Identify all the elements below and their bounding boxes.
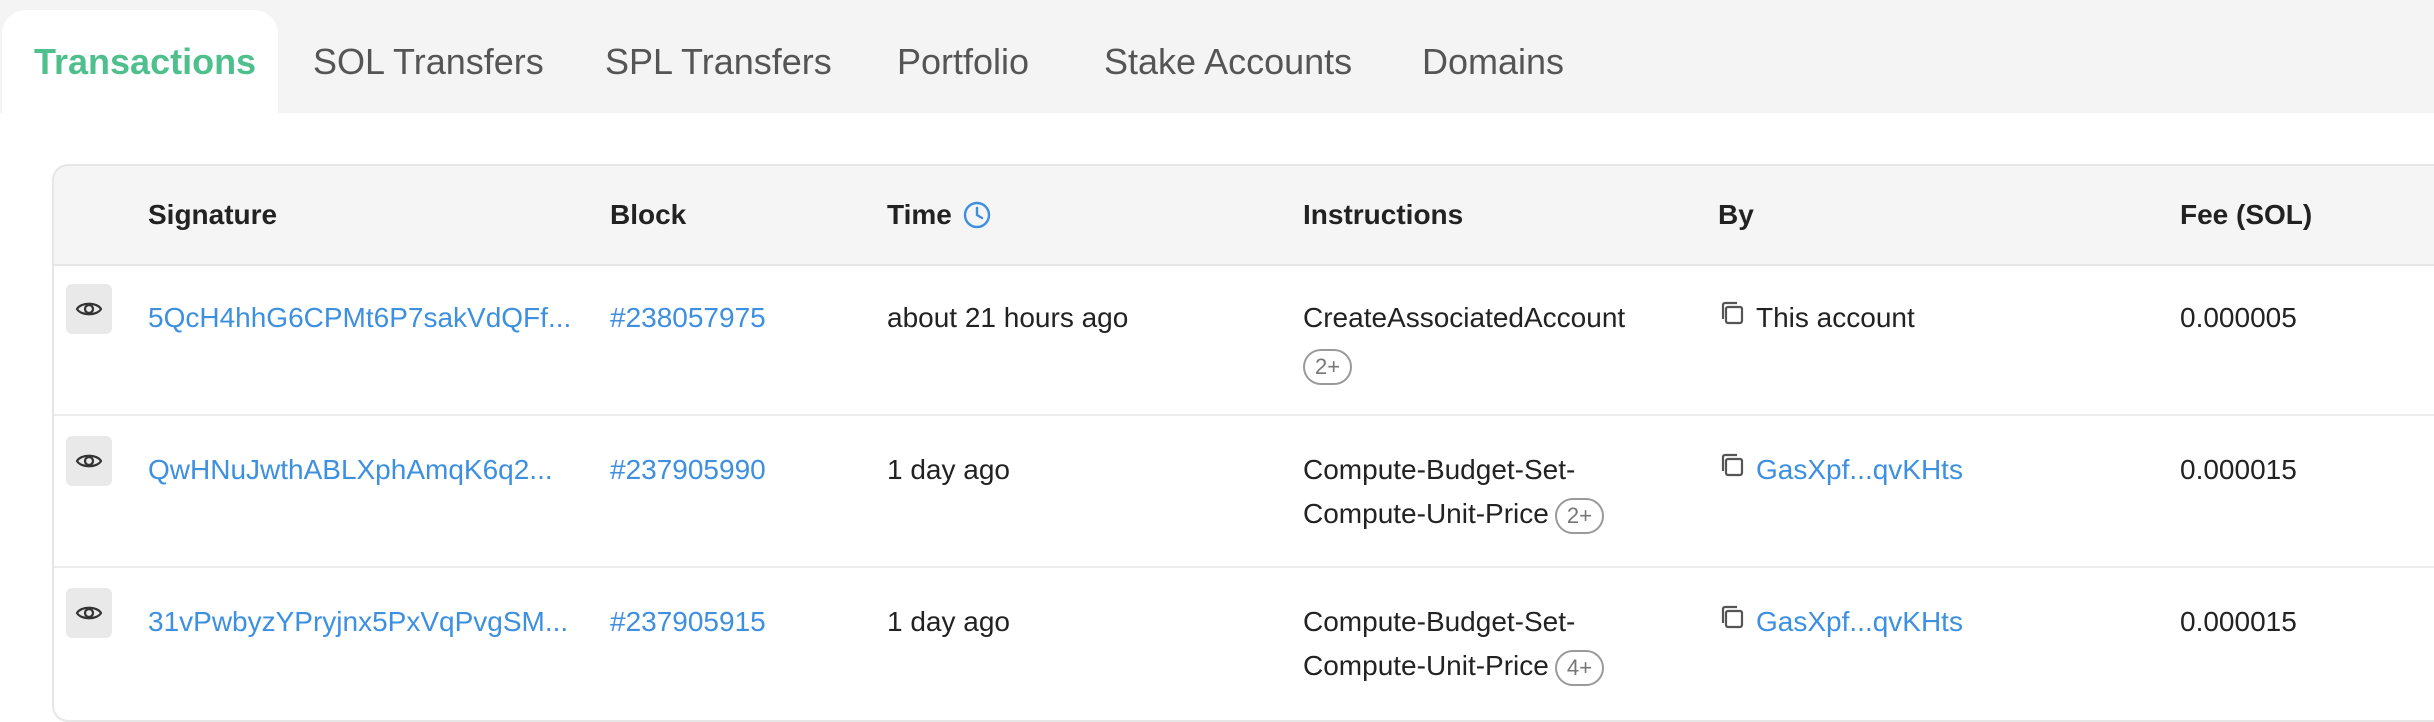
tab-domains[interactable]: Domains bbox=[1422, 10, 1564, 113]
table-row: QwHNuJwthABLXphAmqK6q2... #237905990 1 d… bbox=[54, 416, 2434, 568]
view-transaction-button[interactable] bbox=[66, 436, 112, 486]
tab-spl-transfers[interactable]: SPL Transfers bbox=[605, 10, 832, 113]
header-time: Time bbox=[887, 166, 992, 264]
tab-transactions[interactable]: Transactions bbox=[2, 10, 278, 113]
header-block: Block bbox=[610, 199, 687, 230]
time-value: 1 day ago bbox=[887, 606, 1010, 637]
clock-icon[interactable] bbox=[962, 200, 992, 230]
instructions-cell: CreateAssociatedAccount 2+ bbox=[1303, 296, 1625, 385]
signature-link[interactable]: QwHNuJwthABLXphAmqK6q2... bbox=[148, 448, 553, 492]
eye-icon bbox=[75, 606, 103, 620]
header-by: By bbox=[1718, 199, 1754, 230]
fee-value: 0.000005 bbox=[2180, 302, 2297, 333]
tab-bar: Transactions SOL Transfers SPL Transfers… bbox=[0, 0, 2434, 113]
header-fee: Fee (SOL) bbox=[2180, 199, 2313, 230]
table-header: Signature Block Time Instructions By Fee… bbox=[54, 166, 2434, 266]
block-link[interactable]: #238057975 bbox=[610, 296, 766, 340]
instruction-name-cont: Compute-Unit-Price bbox=[1303, 650, 1549, 681]
tab-sol-transfers[interactable]: SOL Transfers bbox=[313, 10, 544, 113]
fee-payer-link[interactable]: GasXpf...qvKHts bbox=[1756, 600, 1963, 644]
header-time-label: Time bbox=[887, 199, 952, 230]
copy-icon[interactable] bbox=[1718, 296, 1746, 340]
by-cell: GasXpf...qvKHts bbox=[1718, 600, 1963, 644]
block-link[interactable]: #237905915 bbox=[610, 600, 766, 644]
instruction-count-badge[interactable]: 2+ bbox=[1554, 497, 1604, 534]
tab-portfolio[interactable]: Portfolio bbox=[897, 10, 1029, 113]
time-value: about 21 hours ago bbox=[887, 302, 1129, 333]
signature-link[interactable]: 31vPwbyzYPryjnx5PxVqPvgSM... bbox=[148, 600, 568, 644]
table-row: 31vPwbyzYPryjnx5PxVqPvgSM... #237905915 … bbox=[54, 568, 2434, 718]
fee-value: 0.000015 bbox=[2180, 454, 2297, 485]
by-cell: This account bbox=[1718, 296, 1915, 340]
fee-payer-link[interactable]: GasXpf...qvKHts bbox=[1756, 448, 1963, 492]
copy-icon[interactable] bbox=[1718, 448, 1746, 492]
instruction-name: Compute-Budget-Set- bbox=[1303, 454, 1576, 485]
instructions-cell: Compute-Budget-Set- Compute-Unit-Price 4+ bbox=[1303, 600, 1604, 688]
copy-icon[interactable] bbox=[1718, 600, 1746, 644]
time-value: 1 day ago bbox=[887, 454, 1010, 485]
by-account-label: This account bbox=[1756, 302, 1915, 333]
instruction-count-badge[interactable]: 4+ bbox=[1554, 649, 1604, 686]
table-row: 5QcH4hhG6CPMt6P7sakVdQFf... #238057975 a… bbox=[54, 264, 2434, 416]
header-signature: Signature bbox=[148, 199, 278, 230]
by-cell: GasXpf...qvKHts bbox=[1718, 448, 1963, 492]
instruction-name: Compute-Budget-Set- bbox=[1303, 606, 1576, 637]
instructions-cell: Compute-Budget-Set- Compute-Unit-Price 2+ bbox=[1303, 448, 1604, 536]
view-transaction-button[interactable] bbox=[66, 588, 112, 638]
transactions-table: Signature Block Time Instructions By Fee… bbox=[52, 164, 2434, 722]
view-transaction-button[interactable] bbox=[66, 284, 112, 334]
fee-value: 0.000015 bbox=[2180, 606, 2297, 637]
eye-icon bbox=[75, 302, 103, 316]
header-instructions: Instructions bbox=[1303, 199, 1464, 230]
instruction-name: CreateAssociatedAccount bbox=[1303, 302, 1626, 333]
block-link[interactable]: #237905990 bbox=[610, 448, 766, 492]
instruction-count-badge[interactable]: 2+ bbox=[1303, 348, 1353, 385]
signature-link[interactable]: 5QcH4hhG6CPMt6P7sakVdQFf... bbox=[148, 296, 571, 340]
tab-stake-accounts[interactable]: Stake Accounts bbox=[1104, 10, 1352, 113]
eye-icon bbox=[75, 454, 103, 468]
instruction-name-cont: Compute-Unit-Price bbox=[1303, 498, 1549, 529]
